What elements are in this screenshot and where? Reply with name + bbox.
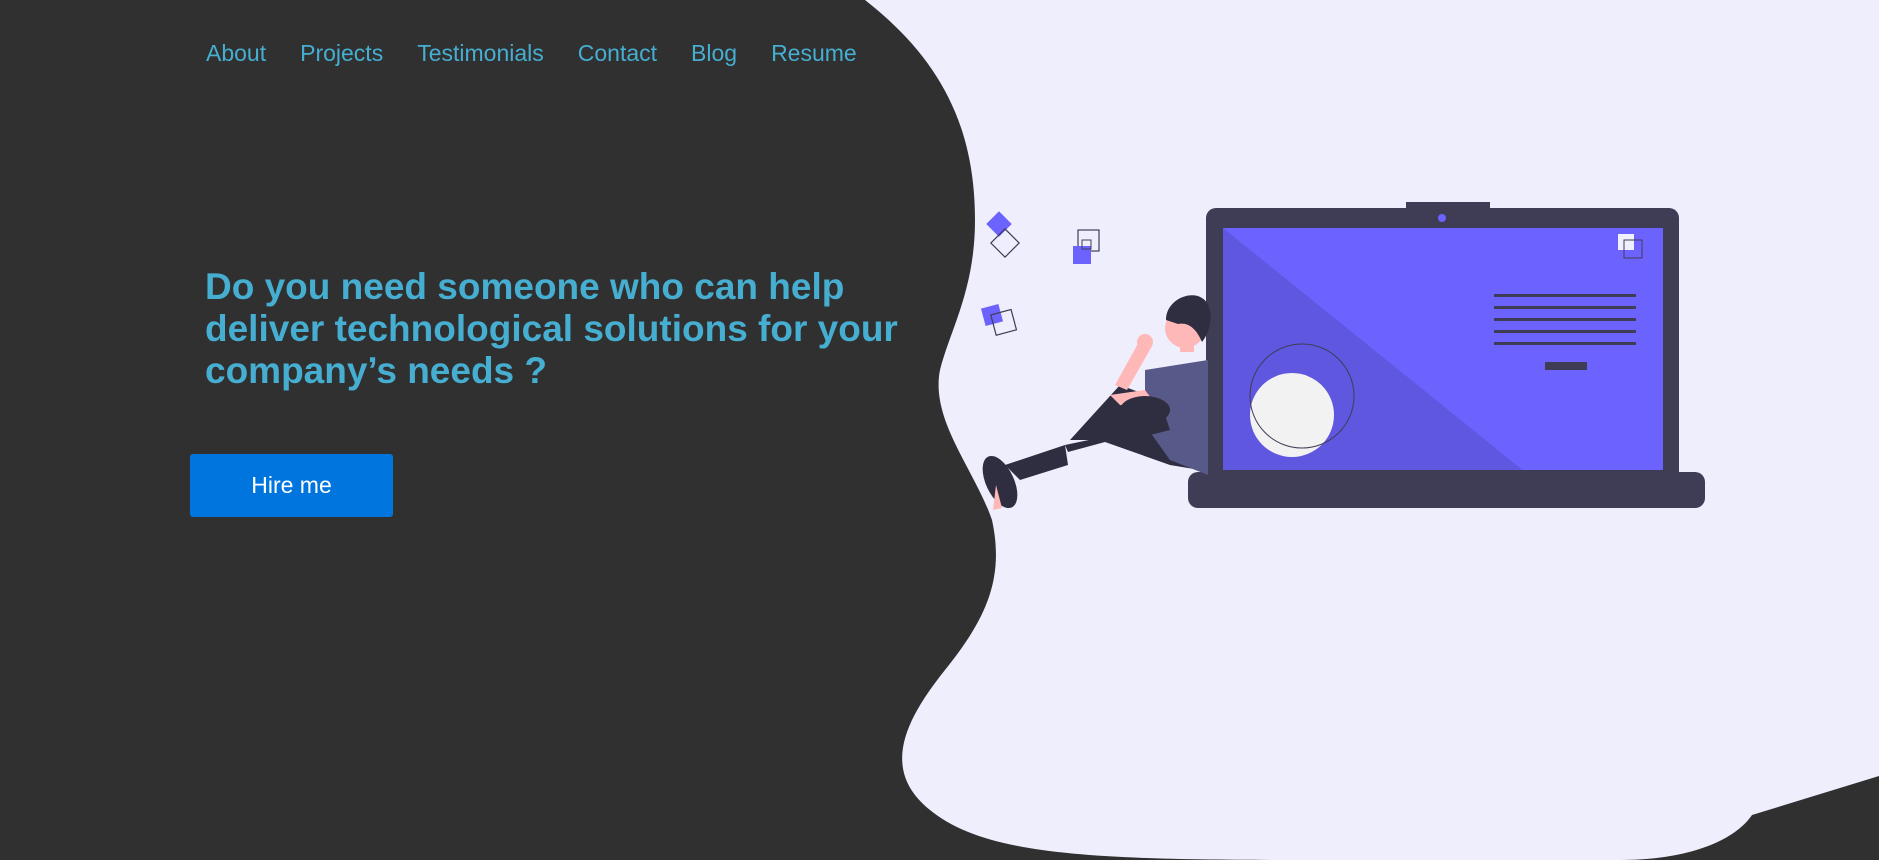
main-nav: About Projects Testimonials Contact Blog… <box>206 38 857 68</box>
nav-link-blog[interactable]: Blog <box>691 38 737 68</box>
person-figure <box>982 295 1211 510</box>
hire-me-button[interactable]: Hire me <box>190 454 393 517</box>
landing-page: About Projects Testimonials Contact Blog… <box>0 0 1879 860</box>
nav-link-contact[interactable]: Contact <box>578 38 657 68</box>
laptop <box>1188 202 1705 508</box>
nav-link-projects[interactable]: Projects <box>300 38 383 68</box>
floating-squares-decoration <box>980 211 1100 336</box>
nav-link-testimonials[interactable]: Testimonials <box>417 38 544 68</box>
person-with-laptop-illustration <box>980 202 1705 510</box>
hero-title: Do you need someone who can help deliver… <box>205 266 898 391</box>
nav-link-about[interactable]: About <box>206 38 266 68</box>
nav-link-resume[interactable]: Resume <box>771 38 857 68</box>
